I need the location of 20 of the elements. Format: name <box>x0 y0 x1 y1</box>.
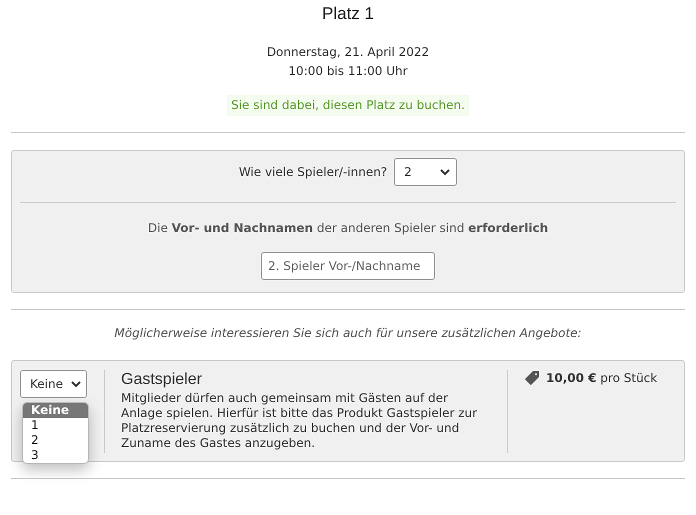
booking-date: Donnerstag, 21. April 2022 <box>266 44 430 61</box>
quantity-select[interactable]: Keine <box>20 370 87 398</box>
dropdown-option[interactable]: 3 <box>23 448 88 463</box>
dropdown-option[interactable]: Keine <box>23 403 88 418</box>
names-required-text: Die Vor- und Nachnamen der anderen Spieler sind erforderlich <box>146 220 550 237</box>
player-name-field[interactable]: 2. Spieler Vor-/Nachname <box>261 252 435 280</box>
chevron-icon <box>71 380 81 388</box>
offer-description: Mitglieder dürfen auch gemeinsam mit Gästen auf der Anlage spielen. Hierfür ist bitte das Produkt Gastspieler zur Platzreservierung zusätzlich zu buchen und der Vor- und Zuname des Gastes anzugeben. <box>121 391 478 451</box>
offer-title: Gastspieler <box>121 371 203 389</box>
offers-intro: Möglicherweise interessieren Sie sich auch für unsere zusätzlichen Angebote: <box>113 325 583 341</box>
court-title: Platz 1 <box>321 4 375 24</box>
player-count-select[interactable]: 2 <box>394 158 458 186</box>
chevron-icon <box>440 168 450 176</box>
offer-price: 10,00 € pro Stück <box>546 370 658 386</box>
dropdown-option[interactable]: 1 <box>23 418 88 433</box>
booking-time: 10:00 bis 11:00 Uhr <box>287 63 409 80</box>
price-tag-icon <box>524 370 540 386</box>
dropdown-option[interactable]: 2 <box>23 433 88 448</box>
booking-notice: Sie sind dabei, diesen Platz zu buchen. <box>227 95 469 116</box>
player-count-label: Wie viele Spieler/-innen? <box>238 165 388 179</box>
